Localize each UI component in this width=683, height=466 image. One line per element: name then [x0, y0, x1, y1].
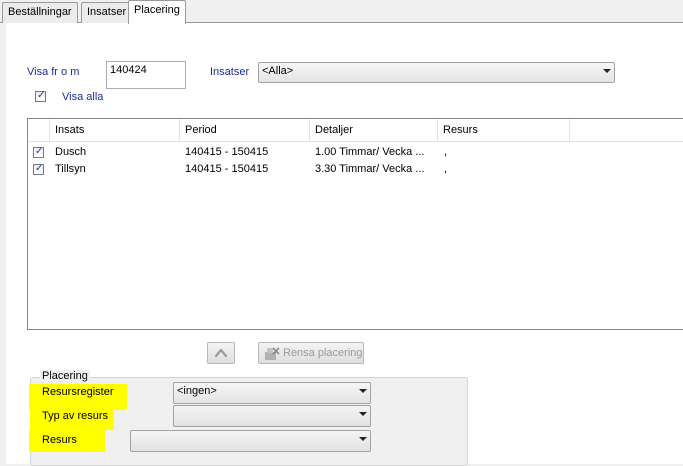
row-resurs: ,	[444, 146, 448, 158]
visa-alla-checkbox[interactable]: ✓	[35, 90, 46, 102]
insats-list[interactable]: Insats Period Detaljer Resurs ✓ Dusch 14…	[27, 118, 683, 330]
rensa-placering-button[interactable]: Rensa placering	[258, 342, 364, 364]
visa-from-label: Visa fr o m	[27, 66, 80, 78]
row-checkbox[interactable]: ✓	[33, 163, 44, 175]
row-period: 140415 - 150415	[185, 163, 269, 175]
tab-insatser[interactable]: Insatser	[81, 2, 133, 23]
chevron-down-icon	[359, 389, 367, 393]
insatser-dropdown[interactable]: <Alla>	[258, 62, 615, 83]
row-detaljer: 1.00 Timmar/ Vecka ...	[315, 146, 425, 158]
visa-from-input[interactable]: 140424	[106, 61, 186, 89]
column-header-check[interactable]	[28, 119, 50, 141]
header-divider	[28, 141, 683, 142]
chevron-down-icon	[603, 69, 611, 73]
resursregister-value: <ingen>	[177, 385, 217, 397]
up-arrow-icon	[214, 348, 228, 358]
column-header-resurs[interactable]: Resurs	[438, 119, 570, 141]
move-up-button[interactable]	[207, 342, 235, 364]
row-resurs: ,	[444, 163, 448, 175]
tab-bestallningar[interactable]: Beställningar	[2, 2, 78, 23]
column-header-insats[interactable]: Insats	[50, 119, 180, 141]
resurs-label: Resurs	[42, 434, 77, 446]
row-detaljer: 3.30 Timmar/ Vecka ...	[315, 163, 425, 175]
resursregister-label: Resursregister	[42, 386, 114, 398]
typ-av-resurs-dropdown[interactable]	[173, 405, 371, 427]
tab-placering[interactable]: Placering	[128, 0, 186, 24]
resurs-dropdown[interactable]	[130, 430, 371, 452]
placering-group-title: Placering	[40, 370, 90, 382]
row-checkbox[interactable]: ✓	[33, 146, 44, 158]
column-header-period[interactable]: Period	[180, 119, 310, 141]
checkmark-icon: ✓	[35, 146, 44, 157]
typ-av-resurs-label: Typ av resurs	[42, 410, 109, 422]
insatser-value: <Alla>	[262, 65, 294, 77]
column-header-detaljer[interactable]: Detaljer	[310, 119, 438, 141]
checkmark-icon: ✓	[37, 90, 46, 101]
row-insats: Dusch	[55, 146, 87, 158]
rensa-placering-label: Rensa placering	[283, 347, 363, 359]
visa-alla-label: Visa alla	[62, 91, 104, 103]
row-period: 140415 - 150415	[185, 146, 269, 158]
insatser-label: Insatser	[210, 66, 250, 78]
resursregister-dropdown[interactable]: <ingen>	[173, 382, 371, 404]
chevron-down-icon	[359, 412, 367, 416]
checkmark-icon: ✓	[35, 163, 44, 174]
chevron-down-icon	[359, 437, 367, 441]
clear-placement-icon	[265, 347, 280, 360]
row-insats: Tillsyn	[55, 163, 86, 175]
